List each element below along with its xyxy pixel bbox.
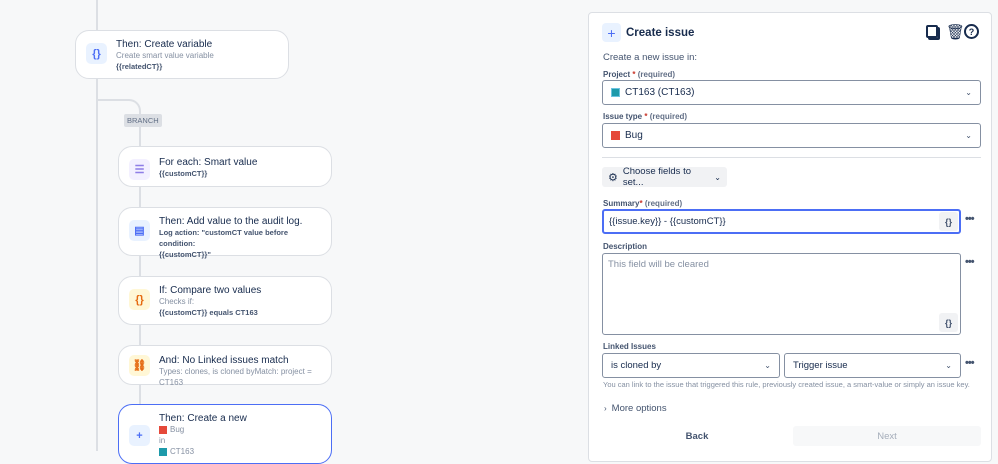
step-title: Then: Create variable (116, 39, 213, 50)
intro-text: Create a new issue in: (603, 52, 697, 63)
gear-icon: ⚙ (608, 171, 618, 184)
bug-icon (611, 131, 620, 140)
chevron-down-icon: ⌄ (965, 88, 972, 97)
next-button[interactable]: Next (793, 426, 981, 446)
panel-title: Create issue (626, 27, 695, 39)
list-icon: ☰ (129, 159, 150, 180)
summary-label: Summary* (required) (603, 199, 683, 208)
plus-icon: + (129, 425, 150, 446)
step-subtitle: Types: clones, is cloned byMatch: projec… (159, 367, 312, 387)
choose-fields-label: Choose fields to set... (622, 166, 691, 188)
step-detail: Log action: "customCT value before condi… (159, 228, 288, 248)
link-type-select[interactable]: is cloned by ⌄ (602, 353, 780, 378)
project-icon (611, 88, 620, 97)
link-icon: ⛓ (129, 355, 150, 376)
chevron-down-icon: ⌄ (714, 172, 721, 182)
duplicate-icon[interactable] (926, 25, 938, 38)
description-placeholder: This field will be cleared (608, 259, 709, 270)
help-icon[interactable]: ? (964, 24, 979, 39)
more-options-label: More options (611, 403, 667, 414)
step-value: {{relatedCT}} (116, 62, 163, 71)
more-actions-button[interactable]: ••• (965, 213, 975, 225)
smart-value-button[interactable]: {} (939, 212, 958, 231)
more-actions-button[interactable]: ••• (965, 256, 975, 268)
plus-icon: + (602, 23, 621, 42)
step-title: And: No Linked issues match (159, 355, 289, 366)
summary-value: {{issue.key}} - {{customCT}} (609, 216, 726, 227)
branch-label: BRANCH (124, 114, 162, 127)
flow-step-linked-issues[interactable]: ⛓ And: No Linked issues match Types: clon… (118, 345, 332, 387)
linked-issues-label: Linked Issues (603, 342, 656, 351)
project: CT163 (170, 447, 195, 456)
choose-fields-button[interactable]: ⚙ Choose fields to set... ⌄ (602, 166, 727, 188)
project-select[interactable]: CT163 (CT163) ⌄ (602, 80, 981, 105)
more-actions-button[interactable]: ••• (965, 357, 975, 369)
step-title: Then: Add value to the audit log. (159, 216, 303, 227)
step-detail: {{customCT}}" (159, 250, 211, 259)
step-title: Then: Create a new (159, 413, 247, 424)
link-target-value: Trigger issue (793, 360, 848, 371)
step-value: {{customCT}} equals CT163 (159, 308, 258, 317)
step-value: {{customCT}} (159, 169, 208, 178)
flow-step-compare[interactable]: {} If: Compare two values Checks if: {{cus… (118, 276, 332, 325)
back-button[interactable]: Back (602, 427, 792, 446)
flow-step-for-each[interactable]: ☰ For each: Smart value {{customCT}} (118, 146, 332, 187)
project-value: CT163 (CT163) (625, 87, 695, 98)
more-options-toggle[interactable]: › More options (604, 403, 667, 414)
flow-step-create-variable[interactable]: {} Then: Create variable Create smart val… (75, 30, 289, 79)
divider (602, 157, 981, 158)
description-textarea[interactable]: This field will be cleared (602, 253, 961, 335)
delete-icon[interactable]: 🗑 (946, 23, 965, 41)
summary-input[interactable]: {{issue.key}} - {{customCT}} (602, 209, 961, 234)
smart-value-button[interactable]: {} (939, 313, 958, 332)
chevron-down-icon: ⌄ (764, 361, 771, 370)
flow-step-audit-log[interactable]: ▤ Then: Add value to the audit log. Log a… (118, 207, 332, 259)
create-issue-panel: + Create issue 🗑 ? Create a new issue in… (588, 12, 992, 462)
braces-icon: {} (129, 289, 150, 310)
in-label: in (159, 436, 166, 445)
chevron-down-icon: ⌄ (945, 361, 952, 370)
description-label: Description (603, 242, 648, 251)
bug-icon (159, 425, 167, 434)
issue-type: Bug (170, 425, 185, 434)
link-type-value: is cloned by (611, 360, 662, 371)
braces-icon: {} (86, 43, 107, 64)
step-subtitle: Checks if: (159, 297, 195, 306)
log-icon: ▤ (129, 220, 150, 241)
link-target-select[interactable]: Trigger issue ⌄ (784, 353, 961, 378)
linked-help-text: You can link to the issue that triggered… (603, 380, 970, 389)
step-title: For each: Smart value (159, 157, 258, 168)
project-icon (159, 447, 167, 456)
project-label: Project * (required) (603, 70, 676, 79)
issue-type-select[interactable]: Bug ⌄ (602, 123, 981, 148)
step-subtitle: Create smart value variable (116, 51, 214, 60)
chevron-right-icon: › (604, 404, 607, 413)
flow-step-create-issue[interactable]: + Then: Create a new Bug in CT163 (118, 404, 332, 464)
chevron-down-icon: ⌄ (965, 131, 972, 140)
issue-type-value: Bug (625, 130, 643, 141)
issue-type-label: Issue type * (required) (603, 112, 688, 121)
step-title: If: Compare two values (159, 285, 262, 296)
